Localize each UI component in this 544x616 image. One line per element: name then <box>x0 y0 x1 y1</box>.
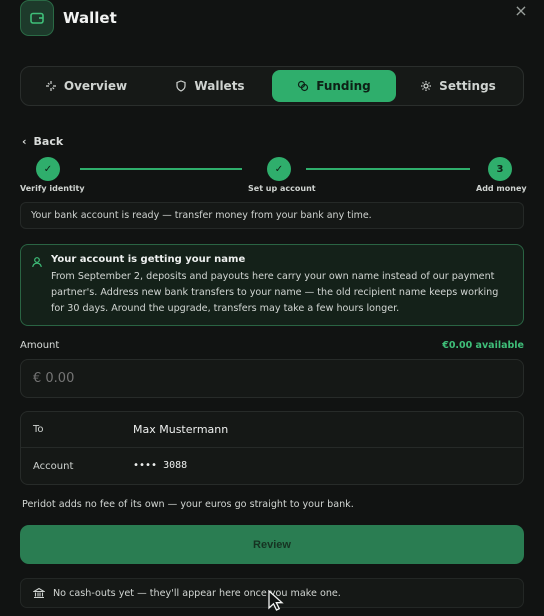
header: Wallet × <box>20 0 530 40</box>
sparkle-icon <box>45 81 56 91</box>
step-3-number: 3 <box>488 157 512 181</box>
recipient-value: Max Mustermann <box>133 423 229 436</box>
app-title: Wallet <box>63 9 117 27</box>
tab-overview-label: Overview <box>63 79 128 93</box>
wallet-icon <box>20 0 54 36</box>
step-2-check-icon: ✓ <box>267 157 291 181</box>
gear-icon <box>421 81 432 91</box>
review-button[interactable]: Review <box>20 525 524 564</box>
chevron-left-icon: ‹ <box>22 135 27 148</box>
step-1-check-icon: ✓ <box>36 157 60 181</box>
tab-settings-label: Settings <box>439 79 496 93</box>
tab-bar: Overview Wallets Funding Settings <box>20 66 524 106</box>
tab-funding[interactable]: Funding <box>272 70 396 102</box>
account-ready-banner: Your bank account is ready — transfer mo… <box>20 202 524 229</box>
amount-label: Amount <box>20 340 60 351</box>
coins-icon <box>298 80 309 92</box>
cashouts-text: No cash-outs yet — they'll appear here o… <box>53 587 341 599</box>
notice-title: Your account is getting your name <box>51 254 246 265</box>
account-value: •••• 3088 <box>133 460 188 471</box>
user-icon <box>32 257 42 268</box>
notice-body: From September 2, deposits and payouts h… <box>51 271 499 314</box>
fee-note: Peridot adds no fee of its own — your eu… <box>22 499 354 510</box>
account-key: Account <box>33 461 74 472</box>
bank-icon <box>33 587 45 599</box>
transfer-details: To Max Mustermann Account •••• 3088 <box>20 411 524 485</box>
tab-wallets-label: Wallets <box>194 79 245 93</box>
step-3-label: Add money <box>476 184 527 193</box>
mouse-cursor-icon <box>268 590 284 611</box>
name-change-notice: Your account is getting your name From S… <box>20 244 524 326</box>
back-label: Back <box>33 135 64 148</box>
step-2-label: Set up account <box>248 184 316 193</box>
back-link[interactable]: ‹ Back <box>22 135 63 148</box>
tab-funding-label: Funding <box>316 79 371 93</box>
step-connector <box>80 168 242 170</box>
tab-wallets[interactable]: Wallets <box>148 70 272 102</box>
tab-settings[interactable]: Settings <box>396 70 520 102</box>
shield-icon <box>176 80 187 92</box>
amount-input[interactable] <box>20 359 524 398</box>
recipient-key: To <box>33 424 44 435</box>
tab-overview[interactable]: Overview <box>24 70 148 102</box>
close-button[interactable]: × <box>512 2 530 20</box>
recipient-row: To Max Mustermann <box>21 412 523 448</box>
step-connector <box>306 168 470 170</box>
progress-stepper: ✓ Verify identity ✓ Set up account 3 Add… <box>20 156 527 196</box>
available-balance: €0.00 available <box>442 340 524 351</box>
step-1-label: Verify identity <box>20 184 85 193</box>
account-row: Account •••• 3088 <box>21 449 523 485</box>
